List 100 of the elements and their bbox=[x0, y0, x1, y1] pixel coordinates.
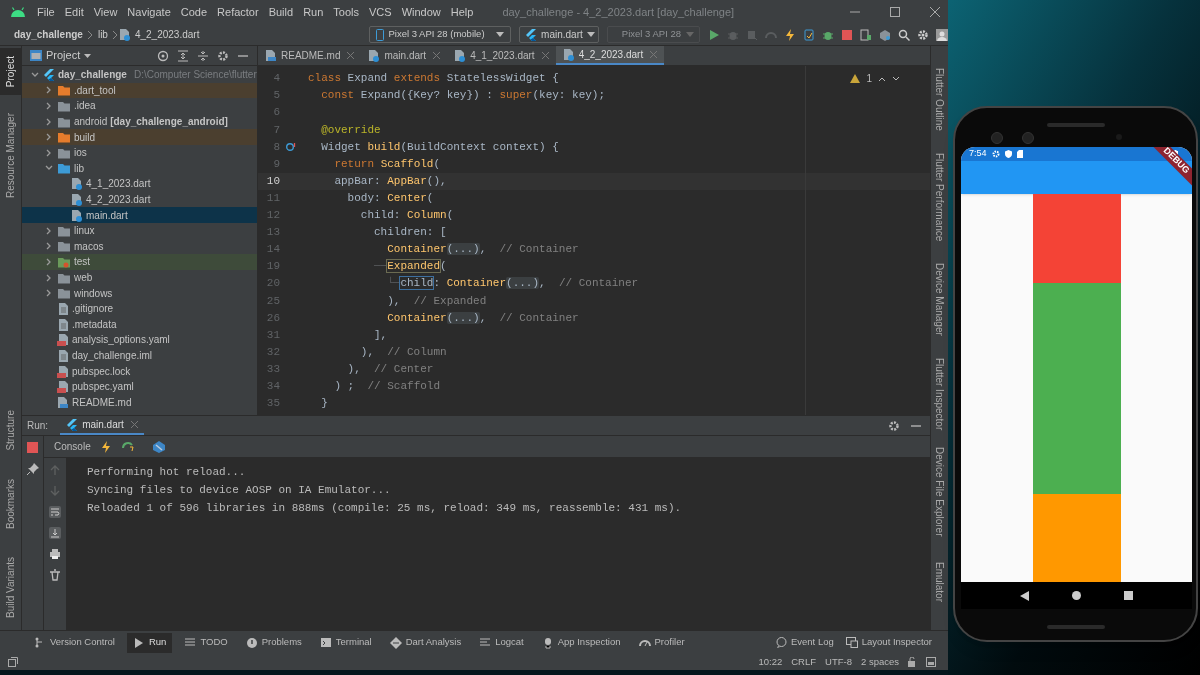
project-view-dropdown[interactable]: Project bbox=[46, 47, 92, 64]
line-number: 25 bbox=[265, 293, 280, 309]
editor-tab[interactable]: README.md bbox=[258, 46, 362, 65]
tree-item[interactable]: build bbox=[22, 129, 257, 145]
menu-item[interactable]: Code bbox=[175, 3, 213, 21]
tree-item[interactable]: README.md bbox=[22, 394, 257, 411]
device-dropdown[interactable]: Pixel 3 API 28 (mobile) bbox=[369, 26, 512, 43]
tree-item[interactable]: linux bbox=[22, 222, 257, 239]
tool-window-tab[interactable]: Structure bbox=[0, 402, 21, 459]
code-line: ], bbox=[373, 327, 388, 343]
editor-tab[interactable]: main.dart bbox=[361, 46, 448, 65]
code-line: ), // Column bbox=[359, 344, 447, 360]
tree-item[interactable]: pubspec.lock bbox=[22, 363, 257, 379]
run-tab[interactable]: main.dart bbox=[60, 416, 144, 435]
warning-count[interactable]: 1 bbox=[866, 71, 872, 86]
code-line: } bbox=[320, 396, 328, 412]
tree-item[interactable]: macos bbox=[22, 238, 257, 255]
menu-item[interactable]: Refactor bbox=[212, 3, 264, 21]
tool-window-button[interactable]: Problems bbox=[239, 632, 308, 653]
tool-window-button[interactable]: Logcat bbox=[473, 632, 530, 653]
line-number: 19 bbox=[265, 259, 280, 275]
tree-item[interactable]: day_challenge.iml bbox=[22, 347, 257, 364]
tool-window-tab[interactable]: Bookmarks bbox=[0, 471, 21, 538]
menu-item[interactable]: Tools bbox=[328, 3, 364, 21]
tree-item[interactable]: .dart_tool bbox=[22, 82, 257, 99]
menu-item[interactable]: Navigate bbox=[122, 3, 176, 21]
status-item[interactable]: UTF-8 bbox=[825, 654, 852, 670]
tree-item[interactable]: main.dart bbox=[22, 207, 257, 223]
run-configuration-dropdown[interactable]: main.dart bbox=[519, 26, 600, 43]
breadcrumb-item[interactable]: lib bbox=[97, 27, 108, 42]
tool-window-button[interactable]: Layout Inspector bbox=[845, 635, 932, 650]
line-number: 13 bbox=[265, 225, 280, 241]
breadcrumb-item[interactable]: 4_2_2023.dart bbox=[134, 27, 200, 42]
code-line: @override bbox=[320, 122, 381, 138]
tool-window-tab[interactable]: Device File Explorer bbox=[929, 438, 950, 544]
tool-window-tab[interactable]: Flutter Inspector bbox=[929, 350, 950, 439]
menu-item[interactable]: File bbox=[32, 3, 60, 21]
tree-item[interactable]: ios bbox=[22, 144, 257, 161]
code-line: ), // Center bbox=[346, 361, 434, 377]
tool-window-button[interactable]: Run bbox=[126, 632, 173, 653]
tool-window-tab[interactable]: Flutter Performance bbox=[929, 144, 950, 250]
tool-window-button[interactable]: App Inspection bbox=[535, 632, 627, 653]
console-line: Syncing files to device AOSP on IA Emulator... bbox=[87, 483, 392, 498]
breadcrumb-item[interactable]: day_challenge bbox=[14, 27, 83, 42]
menu-item[interactable]: View bbox=[88, 3, 123, 21]
tool-window-tab[interactable]: Resource Manager bbox=[0, 105, 21, 207]
tool-window-tab[interactable]: Project bbox=[0, 48, 21, 96]
menu-item[interactable]: Help bbox=[445, 3, 479, 21]
editor-tab[interactable]: 4_1_2023.dart bbox=[447, 46, 556, 65]
tree-item[interactable]: test bbox=[22, 254, 257, 270]
tool-window-tab[interactable]: Flutter Outline bbox=[929, 60, 950, 139]
console-line: Reloaded 1 of 596 libraries in 888ms (compile: 25 ms, reload: 349 ms, reassemble: 431 ms). bbox=[87, 501, 683, 516]
status-item[interactable]: CRLF bbox=[791, 654, 817, 670]
line-number: 35 bbox=[265, 396, 280, 412]
code-line: Widget build(BuildContext context) { bbox=[320, 139, 559, 155]
menu-item[interactable]: Run bbox=[298, 3, 329, 21]
menu-item[interactable]: Build bbox=[263, 3, 299, 21]
tree-item[interactable]: day_challenge D:\Computer Science\flutter bbox=[22, 67, 257, 83]
code-line: const Expand({Key? key}) : super(key: key); bbox=[320, 88, 606, 104]
menu-item[interactable]: VCS bbox=[364, 3, 397, 21]
tree-item[interactable]: web bbox=[22, 269, 257, 286]
code-line: children: [ bbox=[373, 225, 447, 241]
tool-window-button[interactable]: Dart Analysis bbox=[383, 632, 468, 653]
code-line: Container(...), // Container bbox=[386, 242, 579, 258]
tool-window-tab[interactable]: Build Variants bbox=[0, 549, 21, 626]
tool-window-tab[interactable]: Device Manager bbox=[929, 255, 950, 344]
editor-tab[interactable]: 4_2_2023.dart bbox=[555, 46, 665, 65]
line-number: 26 bbox=[265, 310, 280, 326]
code-line: ) ; // Scaffold bbox=[333, 379, 441, 394]
tool-window-button[interactable]: Event Log bbox=[775, 635, 834, 650]
tree-item[interactable]: 4_1_2023.dart bbox=[22, 176, 257, 192]
code-line: return Scaffold( bbox=[333, 156, 441, 172]
code-line: body: Center( bbox=[346, 190, 434, 206]
line-number: 34 bbox=[265, 379, 280, 394]
menu-item[interactable]: Edit bbox=[59, 3, 89, 21]
tool-window-button[interactable]: TODO bbox=[178, 632, 234, 653]
tool-window-button[interactable]: Profiler bbox=[632, 632, 691, 653]
line-number: 14 bbox=[265, 242, 280, 258]
panel-title: Run: bbox=[27, 419, 49, 433]
line-number: 32 bbox=[265, 344, 280, 360]
tree-item[interactable]: lib bbox=[22, 160, 257, 177]
window-title: day_challenge - 4_2_2023.dart [day_challenge] bbox=[502, 4, 735, 20]
tree-item[interactable]: 4_2_2023.dart bbox=[22, 191, 257, 208]
tree-item[interactable]: android [day_challenge_android] bbox=[22, 113, 257, 130]
tree-item[interactable]: pubspec.yaml bbox=[22, 378, 257, 395]
tree-item[interactable]: .idea bbox=[22, 98, 257, 114]
tree-item[interactable]: windows bbox=[22, 285, 257, 301]
line-number: 4 bbox=[272, 71, 280, 87]
tool-window-button[interactable]: Terminal bbox=[313, 632, 378, 653]
console-tab[interactable]: Console bbox=[54, 439, 91, 454]
menu-item[interactable]: Window bbox=[396, 3, 446, 21]
status-time: 7:54 bbox=[969, 147, 987, 161]
tree-item[interactable]: analysis_options.yaml bbox=[22, 332, 257, 348]
tree-item[interactable]: .gitignore bbox=[22, 300, 257, 317]
tree-item[interactable]: .metadata bbox=[22, 316, 257, 333]
status-item[interactable]: 2 spaces bbox=[860, 654, 899, 670]
status-item[interactable]: 10:22 bbox=[758, 654, 783, 670]
tool-window-button[interactable]: Version Control bbox=[28, 632, 121, 653]
device-dropdown[interactable]: Pixel 3 API 28 bbox=[607, 26, 700, 43]
tool-window-tab[interactable]: Emulator bbox=[929, 554, 950, 610]
